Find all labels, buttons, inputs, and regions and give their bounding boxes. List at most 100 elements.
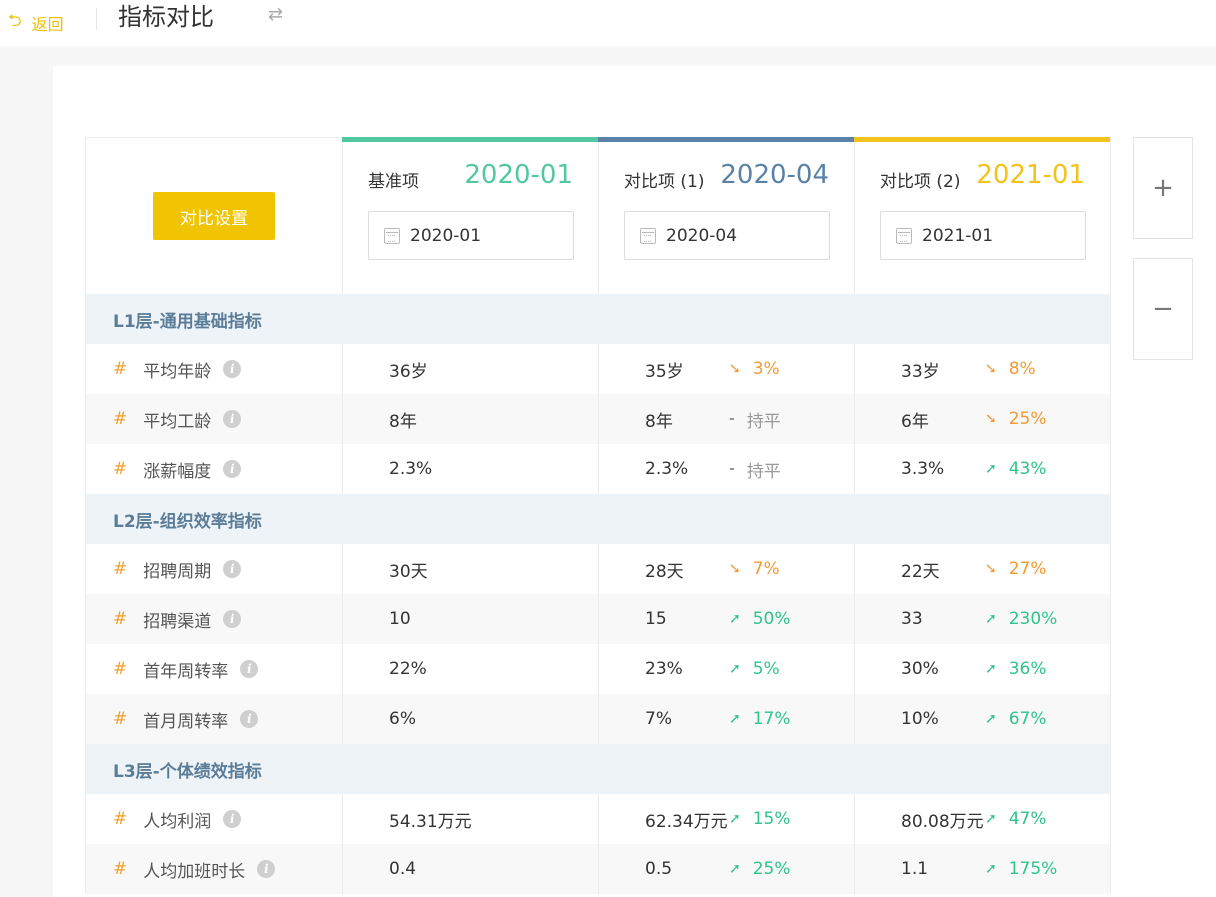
change-indicator: ➚ 50% — [729, 609, 791, 629]
metric-value-c1: 15 ➚ 50% — [598, 594, 854, 644]
change-indicator: ➘ 8% — [985, 359, 1036, 379]
change-value: 25% — [1008, 409, 1047, 429]
info-icon[interactable]: i — [223, 410, 242, 428]
arrow-up-icon: ➚ — [985, 861, 997, 877]
calendar-icon — [640, 227, 656, 244]
metric-name: 平均工龄 — [143, 411, 212, 432]
metric-value-base: 22% — [342, 644, 598, 694]
change-indicator: ➚ 36% — [985, 659, 1047, 679]
table-body: L1层-通用基础指标 # 平均年龄 i 36岁 35岁 ➘ 3% 33岁 ➘ 8… — [86, 294, 1110, 894]
column-period: 2020-04 — [720, 160, 829, 190]
add-column-button[interactable]: + — [1133, 137, 1193, 239]
change-indicator: ➚ 175% — [985, 859, 1057, 879]
column-compare-1: 对比项 (1) 2020-04 2020-04 — [598, 137, 854, 294]
section-header: L3层-个体绩效指标 — [86, 744, 1110, 794]
column-period: 2020-01 — [464, 160, 573, 190]
column-color-bar — [598, 137, 854, 142]
metric-value-c2: 33岁 ➘ 8% — [854, 344, 1110, 394]
value: 0.5 — [645, 859, 673, 879]
change-indicator: ➚ 230% — [985, 609, 1057, 629]
metric-value-base: 10 — [342, 594, 598, 644]
change-value: 持平 — [746, 411, 781, 432]
change-value: 25% — [752, 859, 791, 879]
change-value: 持平 — [746, 461, 781, 482]
metric-value-base: 6% — [342, 694, 598, 744]
dash-icon: - — [729, 411, 735, 427]
back-button[interactable]: ⮌ 返回 — [8, 8, 64, 37]
date-picker-compare-2[interactable]: 2021-01 — [880, 211, 1086, 260]
date-picker-value: 2020-04 — [666, 225, 738, 246]
remove-column-button[interactable]: − — [1133, 258, 1193, 360]
value: 28天 — [645, 561, 684, 582]
change-indicator: - 持平 — [729, 407, 781, 432]
value: 8年 — [645, 411, 673, 432]
arrow-down-icon: ➘ — [729, 561, 741, 577]
arrow-up-icon: ➚ — [985, 811, 997, 827]
metric-name-cell: # 平均年龄 i — [86, 344, 342, 394]
info-icon[interactable]: i — [223, 360, 242, 378]
hash-icon: # — [113, 859, 128, 879]
compare-settings-button[interactable]: 对比设置 — [153, 192, 275, 240]
value: 6年 — [901, 411, 929, 432]
section-title: L3层-个体绩效指标 — [113, 761, 262, 782]
info-icon[interactable]: i — [223, 610, 242, 628]
value: 2.3% — [389, 459, 433, 479]
metric-name: 首月周转率 — [143, 711, 229, 732]
value: 62.34万元 — [645, 811, 728, 832]
metric-value-base: 54.31万元 — [342, 794, 598, 844]
change-value: 7% — [752, 559, 780, 579]
undo-arrow-icon: ⮌ — [8, 11, 22, 31]
table-row: # 招聘渠道 i 10 15 ➚ 50% 33 ➚ 230% — [86, 594, 1110, 644]
page-title: 指标对比 — [118, 3, 214, 31]
column-label: 基准项 — [368, 172, 419, 192]
hash-icon: # — [113, 609, 128, 629]
swap-arrows-icon[interactable]: ⇄ — [268, 4, 283, 25]
change-value: 15% — [752, 809, 791, 829]
value: 15 — [645, 609, 667, 629]
change-value: 175% — [1008, 859, 1058, 879]
change-value: 5% — [752, 659, 780, 679]
metric-name: 人均加班时长 — [143, 861, 246, 882]
info-icon[interactable]: i — [223, 460, 242, 478]
value: 23% — [645, 659, 683, 679]
table-row: # 涨薪幅度 i 2.3% 2.3% - 持平 3.3% ➚ 43% — [86, 444, 1110, 494]
dash-icon: - — [729, 461, 735, 477]
metric-value-c2: 6年 ➘ 25% — [854, 394, 1110, 444]
date-picker-value: 2021-01 — [922, 225, 994, 246]
calendar-icon — [384, 227, 400, 244]
value: 30% — [901, 659, 939, 679]
info-icon[interactable]: i — [240, 660, 259, 678]
metric-value-c2: 80.08万元 ➚ 47% — [854, 794, 1110, 844]
section-header: L2层-组织效率指标 — [86, 494, 1110, 544]
arrow-down-icon: ➘ — [985, 561, 997, 577]
arrow-down-icon: ➘ — [985, 361, 997, 377]
table-row: # 首月周转率 i 6% 7% ➚ 17% 10% ➚ 67% — [86, 694, 1110, 744]
metric-value-base: 30天 — [342, 544, 598, 594]
metric-name: 人均利润 — [143, 811, 212, 832]
value: 22% — [389, 659, 427, 679]
info-icon[interactable]: i — [223, 810, 242, 828]
change-indicator: ➚ 5% — [729, 659, 780, 679]
hash-icon: # — [113, 459, 128, 479]
value: 7% — [645, 709, 672, 729]
value: 2.3% — [645, 459, 689, 479]
change-value: 230% — [1008, 609, 1058, 629]
date-picker-compare-1[interactable]: 2020-04 — [624, 211, 830, 260]
info-icon[interactable]: i — [257, 860, 276, 878]
back-label: 返回 — [31, 14, 64, 34]
info-icon[interactable]: i — [240, 710, 259, 728]
value: 10% — [901, 709, 939, 729]
change-indicator: - 持平 — [729, 457, 781, 482]
arrow-down-icon: ➘ — [729, 361, 741, 377]
column-color-bar — [342, 137, 598, 142]
metric-value-c1: 8年 - 持平 — [598, 394, 854, 444]
change-value: 67% — [1008, 709, 1047, 729]
column-label: 对比项 (2) — [880, 172, 961, 192]
date-picker-base[interactable]: 2020-01 — [368, 211, 574, 260]
table-row: # 人均加班时长 i 0.4 0.5 ➚ 25% 1.1 ➚ 175% — [86, 844, 1110, 894]
table-row: # 平均年龄 i 36岁 35岁 ➘ 3% 33岁 ➘ 8% — [86, 344, 1110, 394]
value: 54.31万元 — [389, 811, 472, 832]
info-icon[interactable]: i — [223, 560, 242, 578]
hash-icon: # — [113, 709, 128, 729]
value: 1.1 — [901, 859, 929, 879]
